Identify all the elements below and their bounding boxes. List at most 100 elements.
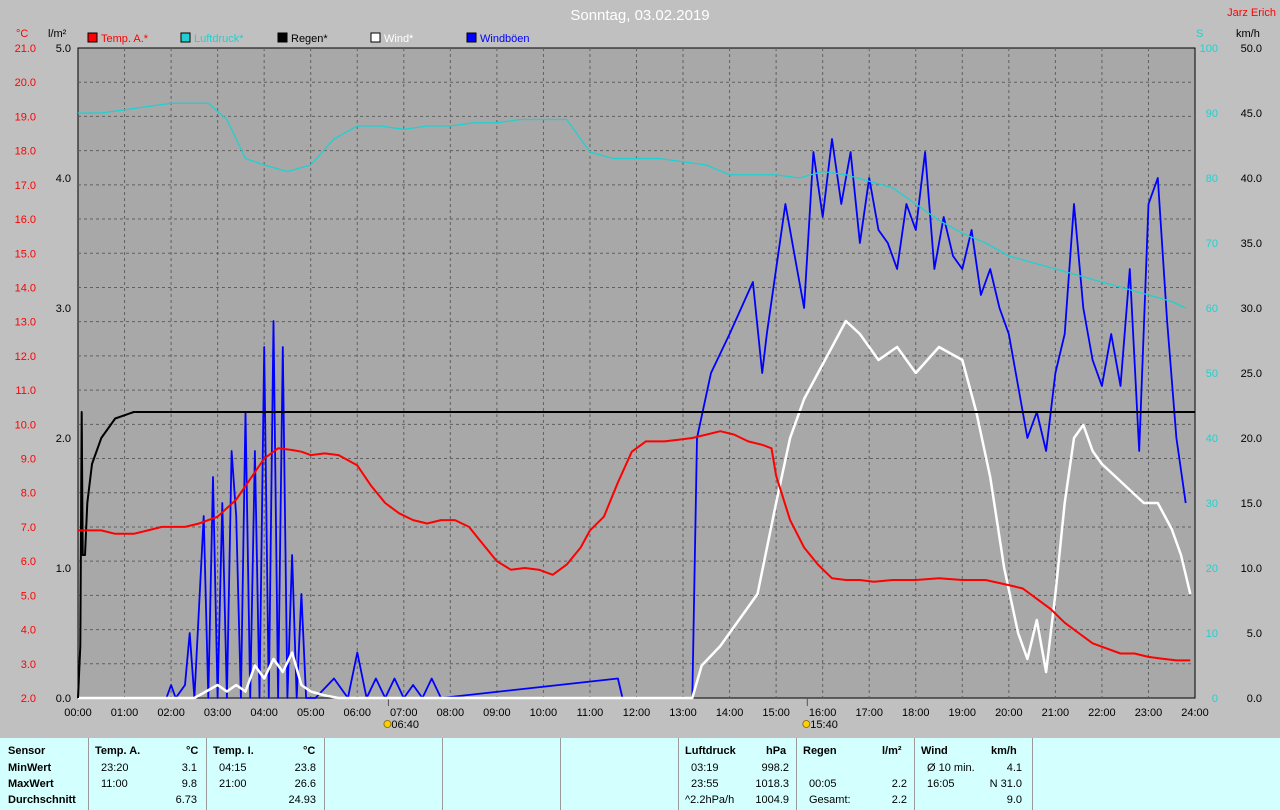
x-tick-label: 15:00 (762, 707, 790, 719)
legend-swatch (370, 32, 381, 43)
temp-a-min: 3.1 (181, 762, 197, 774)
wind-tick-label: 25.0 (1241, 368, 1262, 380)
x-tick-label: 17:00 (855, 707, 883, 719)
x-tick-label: 14:00 (716, 707, 744, 719)
pressure-tick-label: 50 (1206, 368, 1218, 380)
wind-max-time: 16:05 (927, 778, 955, 790)
x-tick-label: 03:00 (204, 707, 232, 719)
stats-divider (560, 738, 561, 810)
chart-title: Sonntag, 03.02.2019 (570, 7, 709, 24)
temp-i-unit: °C (303, 745, 316, 757)
rain-unit: l/m² (882, 745, 902, 757)
wind-tick-label: 20.0 (1241, 433, 1262, 445)
pressure-tick-label: 90 (1206, 108, 1218, 120)
pressure-tick-label: 80 (1206, 173, 1218, 185)
x-tick-label: 02:00 (157, 707, 185, 719)
temp-tick-label: 3.0 (21, 659, 36, 671)
x-tick-label: 21:00 (1042, 707, 1070, 719)
legend-swatch (87, 32, 98, 43)
temp-a-header: Temp. A. (95, 745, 141, 757)
chart-author: Jarz Erich (1227, 7, 1276, 19)
x-tick-label: 22:00 (1088, 707, 1116, 719)
pressure-tick-label: 10 (1206, 628, 1218, 640)
legend-entry: Wind* (384, 33, 414, 45)
temp-tick-label: 11.0 (15, 385, 36, 397)
rain-total-label: Gesamt: (809, 794, 851, 806)
sun-marker-label: 15:40 (810, 719, 838, 731)
temp-i-min-time: 04:15 (219, 762, 247, 774)
x-tick-label: 24:00 (1181, 707, 1209, 719)
wind-tick-label: 5.0 (1247, 628, 1262, 640)
temp-i-avg: 24.93 (288, 794, 316, 806)
wind-value3: 9.0 (1006, 794, 1022, 806)
temp-tick-label: 9.0 (21, 454, 36, 466)
pressure-tick-label: 70 (1206, 238, 1218, 250)
temp-tick-label: 18.0 (15, 146, 36, 158)
pressure-tick-label: 40 (1206, 433, 1218, 445)
stats-divider (914, 738, 915, 810)
x-tick-label: 13:00 (669, 707, 697, 719)
temp-a-unit: °C (186, 745, 199, 757)
temp-a-max: 9.8 (181, 778, 197, 790)
wind-avg-label: Ø 10 min. (927, 762, 975, 774)
wind-tick-label: 35.0 (1241, 238, 1262, 250)
temp-a-avg: 6.73 (175, 794, 197, 806)
x-tick-label: 19:00 (949, 707, 977, 719)
temp-tick-label: 17.0 (15, 180, 36, 192)
pressure-unit-label: S (1196, 28, 1203, 40)
temp-tick-label: 10.0 (15, 419, 36, 431)
rain-tick-label: 0.0 (56, 693, 71, 705)
temp-i-max-time: 21:00 (219, 778, 247, 790)
temp-tick-label: 13.0 (15, 317, 36, 329)
temp-tick-label: 5.0 (21, 590, 36, 602)
rain-tick-label: 1.0 (56, 563, 71, 575)
pressure-tick-label: 0 (1212, 693, 1218, 705)
x-tick-label: 07:00 (390, 707, 418, 719)
pressure-min-time: 03:19 (691, 762, 719, 774)
wind-max: N 31.0 (989, 778, 1022, 790)
row-label-max: MaxWert (8, 778, 54, 790)
temp-unit-label: °C (16, 28, 28, 40)
x-tick-label: 23:00 (1135, 707, 1163, 719)
weather-chart: Sonntag, 03.02.2019 Jarz Erich °C l/m² Skm/h… (15, 7, 1276, 731)
temp-tick-label: 8.0 (21, 488, 36, 500)
wind-unit: km/h (991, 745, 1017, 757)
x-tick-label: 18:00 (902, 707, 930, 719)
wind-tick-label: 30.0 (1241, 303, 1262, 315)
temp-tick-label: 7.0 (21, 522, 36, 534)
temp-tick-label: 6.0 (21, 556, 36, 568)
stats-divider (1032, 738, 1033, 810)
x-tick-label: 20:00 (995, 707, 1023, 719)
x-tick-label: 01:00 (111, 707, 139, 719)
pressure-min: 998.2 (761, 762, 789, 774)
stats-divider (796, 738, 797, 810)
row-label-avg: Durchschnitt (8, 794, 76, 806)
temp-i-max: 26.6 (294, 778, 316, 790)
stats-divider (88, 738, 89, 810)
temp-tick-label: 4.0 (21, 625, 36, 637)
pressure-unit: hPa (766, 745, 787, 757)
pressure-tick-label: 60 (1206, 303, 1218, 315)
sensor-header: Sensor (8, 745, 46, 757)
legend-swatch (277, 32, 288, 43)
row-label-min: MinWert (8, 762, 52, 774)
wind-tick-label: 40.0 (1241, 173, 1262, 185)
pressure-header: Luftdruck (685, 745, 736, 757)
stats-divider (678, 738, 679, 810)
legend-entry: Windböen (480, 33, 530, 45)
pressure-max: 1018.3 (755, 778, 789, 790)
stats-divider (324, 738, 325, 810)
sun-marker-label: 06:40 (391, 719, 419, 731)
temp-tick-label: 15.0 (15, 248, 36, 260)
temp-tick-label: 19.0 (15, 111, 36, 123)
pressure-max-time: 23:55 (691, 778, 719, 790)
x-tick-label: 06:00 (343, 707, 371, 719)
wind-unit-label: km/h (1236, 28, 1260, 40)
legend-entry: Regen* (291, 33, 328, 45)
x-tick-label: 00:00 (64, 707, 92, 719)
wind-tick-label: 10.0 (1241, 563, 1262, 575)
temp-a-max-time: 11:00 (101, 778, 128, 790)
x-tick-label: 09:00 (483, 707, 511, 719)
wind-tick-label: 15.0 (1241, 498, 1262, 510)
rain-tick-label: 5.0 (56, 43, 71, 55)
